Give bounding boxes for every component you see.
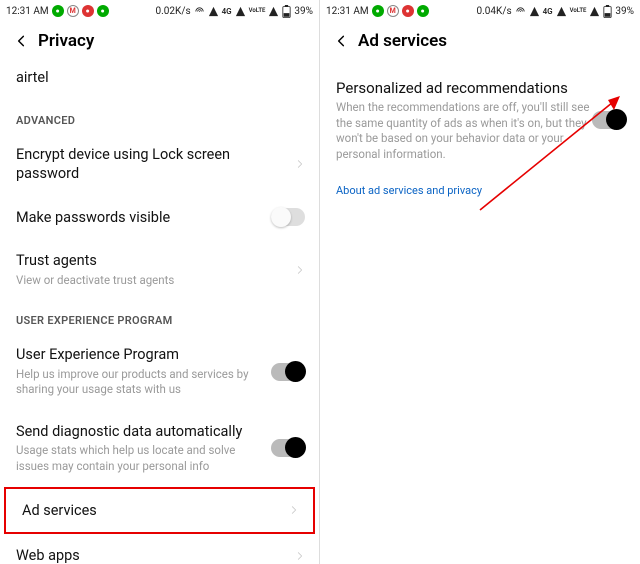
screen-ad-services: 12:31 AM ● M ● ● 0.04K/s 4G VoLTE 39% [320,0,640,564]
chevron-right-icon [295,549,305,563]
toggle-user-experience[interactable] [271,363,305,381]
row-label: Personalized ad recommendations [336,78,590,98]
row-personalized-ad-recommendations[interactable]: Personalized ad recommendations When the… [320,64,640,176]
link-about-ad-services[interactable]: About ad services and privacy [320,176,640,197]
battery-icon [282,5,291,18]
row-encrypt-device[interactable]: Encrypt device using Lock screen passwor… [0,133,319,196]
status-left: 12:31 AM ● M ● ● [6,5,109,17]
row-label: Make passwords visible [16,208,269,228]
toggle-personalized-ads[interactable] [592,111,626,129]
app-icon: ● [97,5,109,17]
settings-list: airtel ADVANCED Encrypt device using Loc… [0,64,319,564]
status-right: 0.02K/s 4G VoLTE 39% [156,5,313,18]
screen-privacy: 12:31 AM ● M ● ● 0.02K/s 4G VoLTE 39% [0,0,320,564]
hotspot-icon [194,6,205,17]
highlight-annotation: Ad services [4,487,315,535]
chevron-right-icon [289,503,299,517]
row-sublabel: Help us improve our products and service… [16,367,269,398]
row-sublabel: When the recommendations are off, you'll… [336,100,590,162]
row-label: airtel [16,68,269,88]
whatsapp-icon: ● [52,5,64,17]
page-title: Ad services [358,31,447,51]
row-send-diagnostic-data[interactable]: Send diagnostic data automatically Usage… [0,410,319,487]
settings-list: Personalized ad recommendations When the… [320,64,640,197]
header: Privacy [0,22,319,64]
status-left: 12:31 AM ● M ● ● [326,5,429,17]
row-label: Encrypt device using Lock screen passwor… [16,145,269,184]
status-bar: 12:31 AM ● M ● ● 0.02K/s 4G VoLTE 39% [0,0,319,22]
status-net: 4G [543,7,553,16]
row-ad-services[interactable]: Ad services [6,489,313,533]
status-time: 12:31 AM [6,6,49,17]
notification-icon: ● [82,5,94,17]
status-lte: VoLTE [570,8,587,14]
toggle-diagnostic-data[interactable] [271,439,305,457]
chevron-right-icon [295,157,305,171]
status-bar: 12:31 AM ● M ● ● 0.04K/s 4G VoLTE 39% [320,0,640,22]
toggle-passwords-visible[interactable] [271,208,305,226]
status-speed: 0.04K/s [477,6,512,17]
row-label: Send diagnostic data automatically [16,422,269,442]
whatsapp-icon: ● [372,5,384,17]
signal-icon [529,6,540,17]
signal-icon [208,6,219,17]
header: Ad services [320,22,640,64]
section-user-experience: USER EXPERIENCE PROGRAM [0,300,319,333]
back-icon[interactable] [10,30,32,52]
signal-icon-2 [235,6,246,17]
row-sublabel: Usage stats which help us locate and sol… [16,443,269,474]
status-battery: 39% [294,6,313,17]
back-icon[interactable] [330,30,352,52]
status-time: 12:31 AM [326,6,369,17]
hotspot-icon [515,6,526,17]
section-advanced: ADVANCED [0,100,319,133]
status-speed: 0.02K/s [156,6,191,17]
status-lte: VoLTE [249,8,266,14]
gmail-icon: M [67,5,79,17]
status-net: 4G [222,7,232,16]
status-right: 0.04K/s 4G VoLTE 39% [477,5,634,18]
gmail-icon: M [387,5,399,17]
status-battery: 39% [615,6,634,17]
signal-icon-2 [556,6,567,17]
page-title: Privacy [38,31,94,51]
row-label: Trust agents [16,251,269,271]
signal-icon-3 [589,6,600,17]
row-label: User Experience Program [16,345,269,365]
chevron-right-icon [295,263,305,277]
battery-icon [603,5,612,18]
row-web-apps[interactable]: Web apps [0,534,319,564]
app-icon: ● [417,5,429,17]
notification-icon: ● [402,5,414,17]
row-airtel[interactable]: airtel [0,64,319,100]
row-label: Ad services [22,501,263,521]
row-make-passwords-visible[interactable]: Make passwords visible [0,196,319,240]
row-label: Web apps [16,546,269,564]
row-sublabel: View or deactivate trust agents [16,273,269,289]
row-user-experience-program[interactable]: User Experience Program Help us improve … [0,333,319,410]
signal-icon-3 [268,6,279,17]
row-trust-agents[interactable]: Trust agents View or deactivate trust ag… [0,239,319,300]
